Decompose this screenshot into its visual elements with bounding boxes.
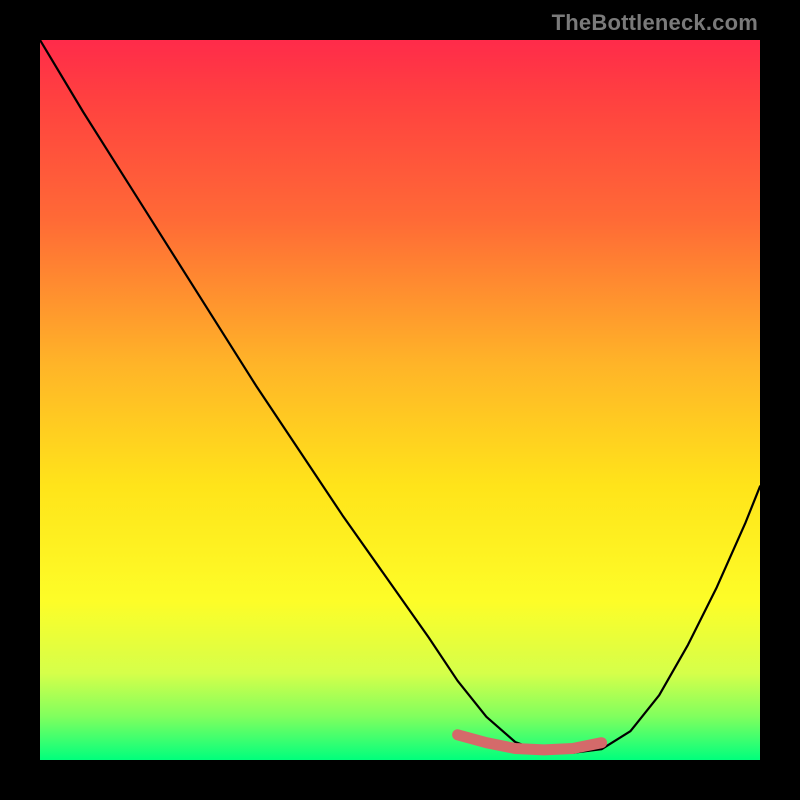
chart-svg bbox=[40, 40, 760, 760]
sweet-spot-band bbox=[458, 735, 602, 750]
bottleneck-curve bbox=[40, 40, 760, 753]
chart-frame: TheBottleneck.com bbox=[0, 0, 800, 800]
watermark-label: TheBottleneck.com bbox=[552, 10, 758, 36]
